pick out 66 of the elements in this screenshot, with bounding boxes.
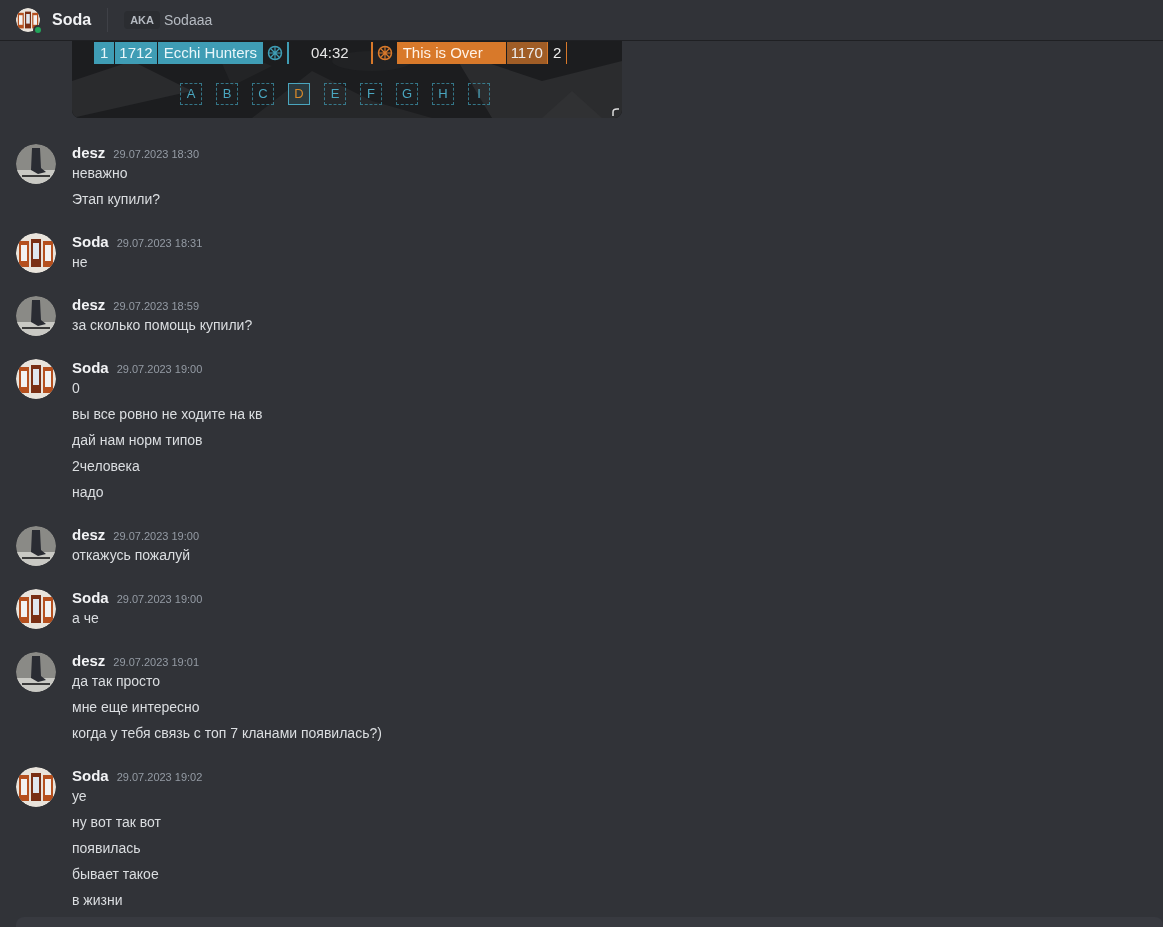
author-name[interactable]: Soda <box>72 357 109 380</box>
avatar[interactable] <box>16 652 56 692</box>
avatar[interactable] <box>16 144 56 184</box>
resize-icon[interactable] <box>612 108 620 116</box>
message-timestamp: 29.07.2023 19:00 <box>113 529 199 544</box>
capture-point: B <box>216 83 238 105</box>
message-text: за сколько помощь купили? <box>72 316 253 334</box>
team-score: 1712 <box>115 42 158 64</box>
author-name[interactable]: desz <box>72 650 106 673</box>
message-timestamp: 29.07.2023 19:00 <box>116 592 203 607</box>
author-name[interactable]: Soda <box>72 587 109 610</box>
avatar[interactable] <box>16 767 56 807</box>
message-timestamp: 29.07.2023 18:30 <box>113 147 199 162</box>
message-text: вы все ровно не ходите на кв <box>72 405 263 423</box>
message-text: 2человека <box>72 457 140 475</box>
capture-point: D <box>288 83 310 105</box>
message-timestamp: 29.07.2023 19:01 <box>113 655 199 670</box>
message-text: бывает такое <box>72 865 159 883</box>
avatar[interactable] <box>16 359 56 399</box>
message-text: 0 <box>72 379 80 397</box>
message-text: ну вот так вот <box>72 813 161 831</box>
capture-point: C <box>252 83 274 105</box>
message-text: да так просто <box>72 672 161 690</box>
author-name[interactable]: desz <box>72 142 106 165</box>
author-name[interactable]: desz <box>72 294 106 317</box>
avatar[interactable] <box>16 8 40 32</box>
avatar[interactable] <box>16 589 56 629</box>
message-text: появилась <box>72 839 141 857</box>
message-text: откажусь пожалуй <box>72 546 190 564</box>
author-name[interactable]: Soda <box>72 765 109 788</box>
message-text: мне еще интересно <box>72 698 200 716</box>
team-name: Ecchi Hunters <box>157 42 264 64</box>
emblem-icon <box>376 45 393 61</box>
team-rank: 1 <box>94 42 116 64</box>
author-name[interactable]: Soda <box>72 231 109 254</box>
message-timestamp: 29.07.2023 18:59 <box>113 299 199 314</box>
avatar[interactable] <box>16 526 56 566</box>
avatar[interactable] <box>16 233 56 273</box>
capture-point: F <box>360 83 382 105</box>
avatar[interactable] <box>16 296 56 336</box>
message-timestamp: 29.07.2023 19:02 <box>116 770 203 785</box>
capture-point: H <box>432 83 454 105</box>
message-text: уе <box>72 787 87 805</box>
message-text: не <box>72 253 88 271</box>
message-text: в жизни <box>72 891 123 909</box>
alias-name: Sodaaa <box>163 10 213 30</box>
team-rank: 2 <box>547 42 568 64</box>
message-text: неважно <box>72 164 128 182</box>
message-text: дай нам норм типов <box>72 431 203 449</box>
message-text: когда у тебя связь с топ 7 кланами появилась?) <box>72 724 382 742</box>
message-timestamp: 29.07.2023 18:31 <box>116 236 203 251</box>
team-score: 1170 <box>506 42 548 64</box>
capture-point: G <box>396 83 418 105</box>
message-text: а че <box>72 609 99 627</box>
message-text: надо <box>72 483 104 501</box>
capture-point: I <box>468 83 490 105</box>
user-name: Soda <box>52 10 92 30</box>
message-text: Этап купили? <box>72 190 161 208</box>
emblem-icon <box>267 45 284 61</box>
team-name: This is Over <box>396 42 507 64</box>
message-timestamp: 29.07.2023 19:00 <box>116 362 203 377</box>
match-timer: 04:32 <box>311 42 349 63</box>
author-name[interactable]: desz <box>72 524 106 547</box>
aka-badge: AKA <box>124 10 160 30</box>
capture-point: E <box>324 83 346 105</box>
capture-point: A <box>180 83 202 105</box>
